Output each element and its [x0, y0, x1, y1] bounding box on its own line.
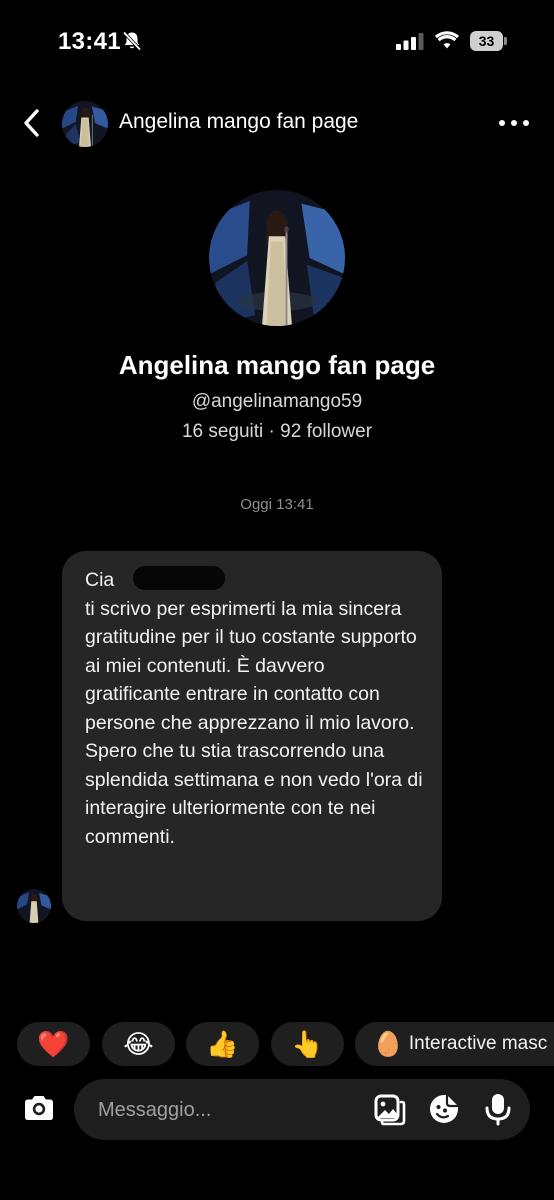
- avatar-image: [17, 889, 51, 923]
- quick-reaction-thumbs-up[interactable]: 👍: [186, 1022, 259, 1066]
- profile-stats: 16 seguiti · 92 follower: [181, 421, 373, 442]
- battery-level: 33: [470, 31, 503, 51]
- cellular-signal-icon: [396, 33, 424, 50]
- pointing-up-emoji: 👆: [291, 1028, 324, 1059]
- profile-name: Angelina mango fan page: [118, 350, 436, 380]
- interactive-mascot-chip[interactable]: 🥚 Interactive masc: [355, 1022, 554, 1066]
- profile-avatar[interactable]: [209, 190, 345, 326]
- quick-reaction-pointing-up[interactable]: 👆: [271, 1022, 344, 1066]
- interactive-chip-label: Interactive masc: [408, 1033, 548, 1054]
- status-time: 13:41: [58, 28, 121, 55]
- more-horizontal-icon[interactable]: [496, 110, 532, 136]
- battery-tip: [504, 37, 507, 45]
- header-avatar[interactable]: [62, 101, 108, 147]
- avatar-image: [62, 101, 108, 147]
- redaction-mark: [133, 566, 225, 590]
- quick-reaction-heart[interactable]: ❤️: [17, 1022, 90, 1066]
- camera-icon[interactable]: [20, 1087, 58, 1131]
- laughing-emoji: 😂: [123, 1028, 154, 1059]
- chevron-left-icon[interactable]: [18, 106, 46, 140]
- thumbs-up-emoji: 👍: [206, 1028, 239, 1059]
- profile-handle: @angelinamango59: [191, 391, 363, 412]
- gallery-icon[interactable]: [372, 1092, 406, 1126]
- message-text: Cia ti scrivo per esprimerti la mia sinc…: [85, 569, 423, 848]
- message-timestamp: Oggi 13:41: [240, 496, 314, 513]
- sticker-icon[interactable]: [427, 1092, 461, 1126]
- avatar-image: [209, 190, 345, 326]
- bell-slash-icon: [122, 31, 142, 51]
- message-input[interactable]: [98, 1094, 358, 1126]
- heart-emoji: ❤️: [37, 1028, 70, 1059]
- wifi-icon: [435, 31, 459, 49]
- egg-emoji: 🥚: [373, 1030, 403, 1058]
- quick-reaction-laugh[interactable]: 😂: [102, 1022, 175, 1066]
- message-bubble[interactable]: Cia ti scrivo per esprimerti la mia sinc…: [62, 551, 442, 921]
- sender-avatar[interactable]: [17, 889, 51, 923]
- header-title[interactable]: Angelina mango fan page: [119, 110, 358, 134]
- battery-indicator: 33: [470, 31, 508, 51]
- microphone-icon[interactable]: [481, 1092, 515, 1126]
